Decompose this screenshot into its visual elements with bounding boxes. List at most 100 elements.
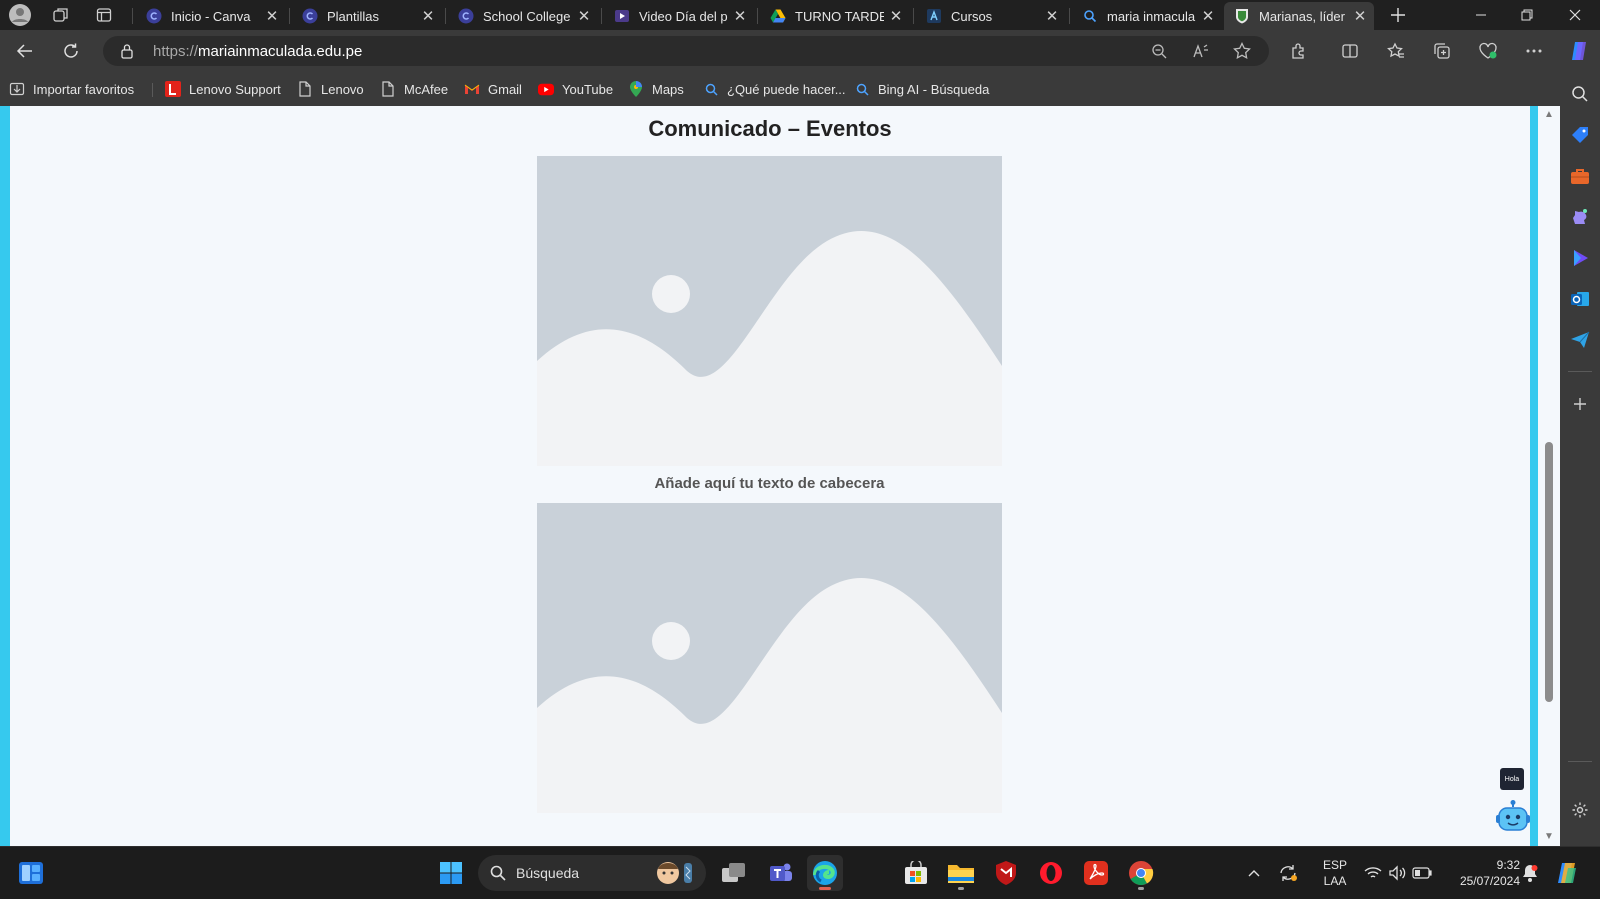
tab-cursos[interactable]: Cursos ✕: [916, 2, 1066, 30]
favorite-label: Lenovo Support: [189, 81, 281, 97]
microsoft-store-icon[interactable]: [898, 855, 934, 891]
tab-maria-inmaculada-search[interactable]: maria inmacula ✕: [1072, 2, 1222, 30]
send-icon[interactable]: [1568, 328, 1592, 352]
favorites-icon[interactable]: [1381, 37, 1411, 65]
file-explorer-icon[interactable]: [943, 855, 979, 891]
vertical-scrollbar[interactable]: ▲ ▼: [1538, 106, 1560, 846]
vertical-tabs-icon[interactable]: [91, 3, 117, 27]
show-hidden-icons-chevron-icon[interactable]: [1242, 855, 1266, 891]
page-title: Comunicado – Eventos: [648, 116, 892, 141]
acrobat-icon[interactable]: [1078, 855, 1114, 891]
collections-icon[interactable]: [1427, 37, 1457, 65]
chrome-icon[interactable]: [1123, 855, 1159, 891]
tab-school-college[interactable]: School College ✕: [448, 2, 598, 30]
taskbar-search-box[interactable]: Búsqueda: [478, 855, 706, 891]
favorite-star-icon[interactable]: [1230, 40, 1254, 62]
favorite-maps[interactable]: Maps: [628, 79, 684, 99]
favorite-bing-ai[interactable]: Bing AI - Búsqueda: [854, 79, 989, 99]
start-button[interactable]: [433, 855, 469, 891]
read-aloud-icon[interactable]: [1189, 40, 1213, 62]
tab-video-dia[interactable]: Video Día del p ✕: [604, 2, 754, 30]
edge-taskbar-icon[interactable]: [807, 855, 843, 891]
split-screen-icon[interactable]: [1335, 37, 1365, 65]
notification-bell-icon[interactable]: [1519, 855, 1541, 891]
scrollbar-thumb[interactable]: [1545, 442, 1553, 702]
outlook-icon[interactable]: [1568, 287, 1592, 311]
canva-icon: [302, 8, 318, 24]
browser-essentials-icon[interactable]: [1473, 37, 1503, 65]
widgets-icon[interactable]: [13, 855, 49, 891]
volume-icon[interactable]: [1386, 855, 1408, 891]
favorite-label: Maps: [652, 81, 684, 97]
close-tab-icon[interactable]: ✕: [1200, 7, 1216, 25]
tab-inicio-canva[interactable]: Inicio - Canva ✕: [136, 2, 286, 30]
tab-turno-tarde[interactable]: TURNO TARDE ✕: [760, 2, 910, 30]
image-placeholder[interactable]: [537, 156, 1002, 466]
url-text[interactable]: https://mariainmaculada.edu.pe: [153, 43, 362, 60]
profile-avatar[interactable]: [7, 3, 33, 27]
gmail-icon: [464, 81, 480, 97]
close-tab-icon[interactable]: ✕: [888, 7, 904, 25]
robot-icon[interactable]: [1496, 800, 1530, 836]
scroll-up-arrow-icon[interactable]: ▲: [1543, 110, 1555, 120]
search-icon[interactable]: [1568, 82, 1592, 106]
youtube-icon: [538, 81, 554, 97]
favorite-lenovo-support[interactable]: Lenovo Support: [165, 79, 281, 99]
close-tab-icon[interactable]: ✕: [576, 7, 592, 25]
favorites-bar: Importar favoritos Lenovo Support Lenovo…: [0, 72, 1560, 106]
favorite-lenovo[interactable]: Lenovo: [297, 79, 364, 99]
extensions-icon[interactable]: [1284, 37, 1314, 65]
input-language-indicator[interactable]: ESP LAA: [1318, 857, 1352, 889]
close-tab-icon[interactable]: ✕: [1044, 7, 1060, 25]
games-icon[interactable]: [1568, 205, 1592, 229]
scroll-down-arrow-icon[interactable]: ▼: [1543, 832, 1555, 842]
workspaces-icon[interactable]: [48, 3, 74, 27]
chatbot-greeting-bubble[interactable]: Hola: [1500, 768, 1524, 790]
favorite-label: ¿Qué puede hacer...: [727, 81, 846, 97]
battery-icon[interactable]: [1411, 855, 1433, 891]
back-button[interactable]: [10, 37, 40, 65]
opera-icon[interactable]: [1033, 855, 1069, 891]
tab-title: Inicio - Canva: [171, 8, 251, 24]
favorite-que-puede-hacer[interactable]: ¿Qué puede hacer...: [703, 79, 846, 99]
page-icon: [297, 81, 313, 97]
web-page: Comunicado – Eventos Añade aquí tu texto…: [10, 106, 1530, 846]
sidebar-settings-icon[interactable]: [1568, 798, 1592, 822]
chatbot-widget[interactable]: Hola: [1496, 768, 1530, 840]
shopping-tag-icon[interactable]: [1568, 123, 1592, 147]
image-placeholder[interactable]: [537, 503, 1002, 813]
teams-icon[interactable]: [762, 855, 798, 891]
tools-briefcase-icon[interactable]: [1568, 164, 1592, 188]
address-bar[interactable]: https://mariainmaculada.edu.pe: [103, 36, 1269, 66]
tab-plantillas[interactable]: Plantillas ✕: [292, 2, 442, 30]
restore-button[interactable]: [1504, 0, 1550, 30]
close-tab-icon[interactable]: ✕: [420, 7, 436, 25]
lock-icon[interactable]: [115, 40, 139, 62]
new-tab-button[interactable]: [1385, 3, 1411, 27]
refresh-button[interactable]: [56, 37, 86, 65]
tab-marianas-active[interactable]: Marianas, líder ✕: [1224, 2, 1374, 30]
more-menu-icon[interactable]: [1519, 37, 1549, 65]
clock[interactable]: 9:32 25/07/2024: [1440, 857, 1520, 889]
wifi-icon[interactable]: [1362, 855, 1384, 891]
favorite-youtube[interactable]: YouTube: [538, 79, 613, 99]
close-tab-icon[interactable]: ✕: [264, 7, 280, 25]
minimize-button[interactable]: [1458, 0, 1504, 30]
copilot-taskbar-icon[interactable]: [1550, 855, 1582, 891]
close-window-button[interactable]: [1552, 0, 1598, 30]
close-tab-icon[interactable]: ✕: [1352, 7, 1368, 25]
favorite-mcafee[interactable]: McAfee: [380, 79, 448, 99]
favorite-import[interactable]: Importar favoritos: [9, 79, 134, 99]
clock-date: 25/07/2024: [1459, 874, 1520, 888]
tab-title: Marianas, líder: [1259, 8, 1345, 24]
task-view-icon[interactable]: [716, 855, 752, 891]
classroom-icon: [926, 8, 942, 24]
zoom-out-icon[interactable]: [1147, 40, 1171, 62]
sync-icon[interactable]: [1274, 855, 1302, 891]
copilot-app-icon[interactable]: [1568, 246, 1592, 270]
mcafee-icon[interactable]: [988, 855, 1024, 891]
close-tab-icon[interactable]: ✕: [732, 7, 748, 25]
favorite-gmail[interactable]: Gmail: [464, 79, 522, 99]
copilot-icon[interactable]: [1564, 37, 1594, 65]
add-sidebar-app-icon[interactable]: [1568, 392, 1592, 416]
